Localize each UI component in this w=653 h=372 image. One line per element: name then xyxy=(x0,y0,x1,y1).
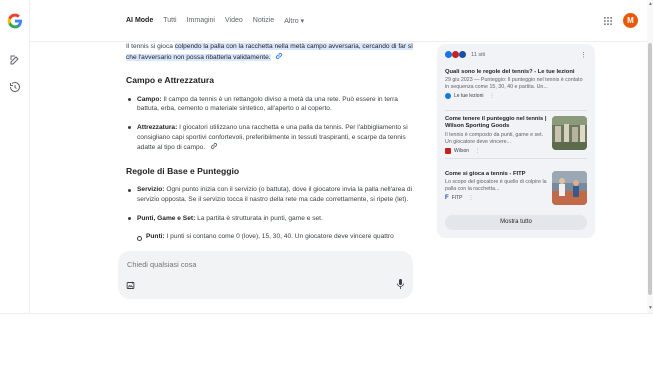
history-icon[interactable] xyxy=(9,81,21,93)
source-thumbnail[interactable] xyxy=(552,116,587,150)
avatar[interactable]: M xyxy=(623,13,638,28)
tab-immagini[interactable]: Immagini xyxy=(187,17,215,25)
source-item[interactable]: Come tenere il punteggio nel tennis | Wi… xyxy=(445,116,550,154)
source-snippet: Il tennis è composto da punti, game e se… xyxy=(445,131,544,145)
image-upload-icon[interactable] xyxy=(126,281,135,290)
list-item: Servizio: Ogni punto inizia con il servi… xyxy=(126,185,416,204)
blank-area xyxy=(0,313,653,372)
source-thumbnail[interactable] xyxy=(552,171,587,205)
sources-count: 11 siti xyxy=(471,51,486,58)
link-icon[interactable] xyxy=(275,52,283,60)
show-all-button[interactable]: Mostra tutto xyxy=(445,215,587,230)
intro-text: Il tennis si gioca xyxy=(126,43,175,50)
answer-intro: Il tennis si gioca colpendo la palla con… xyxy=(126,42,416,62)
sources-header[interactable]: 11 siti xyxy=(445,51,485,58)
prompt-input[interactable] xyxy=(127,260,387,269)
page: AI Mode Tutti Immagini Video Notizie Alt… xyxy=(0,0,653,313)
new-chat-icon[interactable] xyxy=(9,54,21,66)
sources-panel: 11 siti ⋮ Quali sono le regole del tenni… xyxy=(437,44,595,238)
scroll-down-icon[interactable]: ▼ xyxy=(648,305,653,311)
more-vert-icon[interactable]: ⋮ xyxy=(475,148,480,154)
source-title[interactable]: Come tenere il punteggio nel tennis | Wi… xyxy=(445,116,550,131)
list-item: Attrezzatura: I giocatori utilizzano una… xyxy=(126,123,416,153)
source-meta: Le tue lezioni ⋮ xyxy=(445,93,587,100)
favicon-icon xyxy=(445,51,452,58)
list-campo: Campo: Il campo da tennis è un rettangol… xyxy=(126,95,416,153)
source-item[interactable]: Quali sono le regole del tennis? - Le tu… xyxy=(445,69,587,100)
tab-altro[interactable]: Altro ▾ xyxy=(284,17,304,25)
source-snippet: Lo scopo del giocatore è quello di colpi… xyxy=(445,179,547,193)
divider xyxy=(445,110,587,111)
left-rail xyxy=(0,0,30,313)
fitp-logo-icon: F xyxy=(445,195,449,202)
source-title[interactable]: Come si gioca a tennis - FITP xyxy=(445,171,550,178)
prompt-box xyxy=(118,251,413,299)
list-regole: Servizio: Ogni punto inizia con il servi… xyxy=(126,185,416,241)
link-icon[interactable] xyxy=(210,142,218,150)
search-tabs: AI Mode Tutti Immagini Video Notizie Alt… xyxy=(126,17,304,25)
source-meta: Wilson ⋮ xyxy=(445,147,550,154)
scrollbar-thumb[interactable] xyxy=(648,43,652,295)
divider xyxy=(445,158,587,159)
favicon-icon xyxy=(459,51,466,58)
more-vert-icon[interactable]: ⋮ xyxy=(469,195,474,201)
tab-notizie[interactable]: Notizie xyxy=(253,17,274,25)
site-favicon-icon xyxy=(445,147,451,154)
source-title[interactable]: Quali sono le regole del tennis? - Le tu… xyxy=(445,69,587,76)
source-snippet: 29 giu 2023 — Punteggio: Il punteggio ne… xyxy=(445,77,583,91)
list-item: Campo: Il campo da tennis è un rettangol… xyxy=(126,95,416,114)
apps-grid-icon[interactable] xyxy=(604,17,612,25)
source-site: Wilson xyxy=(454,147,470,154)
microphone-icon[interactable] xyxy=(397,279,404,289)
source-meta: F FITP ⋮ xyxy=(445,195,550,201)
more-vert-icon[interactable]: ⋮ xyxy=(489,93,494,99)
tab-tutti[interactable]: Tutti xyxy=(163,17,176,25)
favicon-icon xyxy=(452,51,459,58)
top-header: AI Mode Tutti Immagini Video Notizie Alt… xyxy=(30,0,653,42)
list-item: Punti, Game e Set: La partita è struttur… xyxy=(126,214,416,224)
list-subitem: Punti: I punti si contano come 0 (love),… xyxy=(126,232,416,242)
source-item[interactable]: Come si gioca a tennis - FITP Lo scopo d… xyxy=(445,171,550,201)
scroll-up-icon[interactable]: ▲ xyxy=(648,1,653,7)
site-favicon-icon xyxy=(445,93,451,100)
source-site: Le tue lezioni xyxy=(454,93,484,100)
tab-ai-mode[interactable]: AI Mode xyxy=(126,17,153,25)
google-logo[interactable] xyxy=(7,13,23,29)
ai-answer: Il tennis si gioca colpendo la palla con… xyxy=(126,42,416,252)
source-site: FITP xyxy=(451,195,463,202)
more-options-icon[interactable]: ⋮ xyxy=(580,51,587,59)
section-heading-campo: Campo e Attrezzatura xyxy=(126,75,215,86)
tab-video[interactable]: Video xyxy=(225,17,243,25)
section-heading-regole: Regole di Base e Punteggio xyxy=(126,165,240,176)
